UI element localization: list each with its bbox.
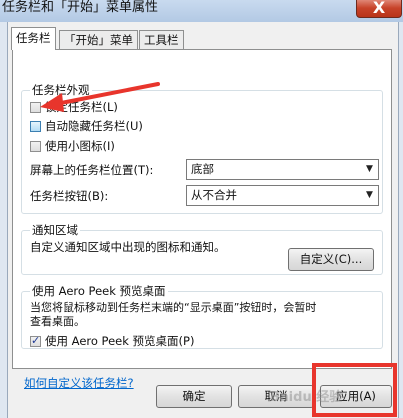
annotation-arrow-icon (40, 82, 160, 112)
watermark: Baidu 经验 (270, 390, 343, 405)
tab-taskbar[interactable]: 任务栏 (11, 27, 56, 50)
